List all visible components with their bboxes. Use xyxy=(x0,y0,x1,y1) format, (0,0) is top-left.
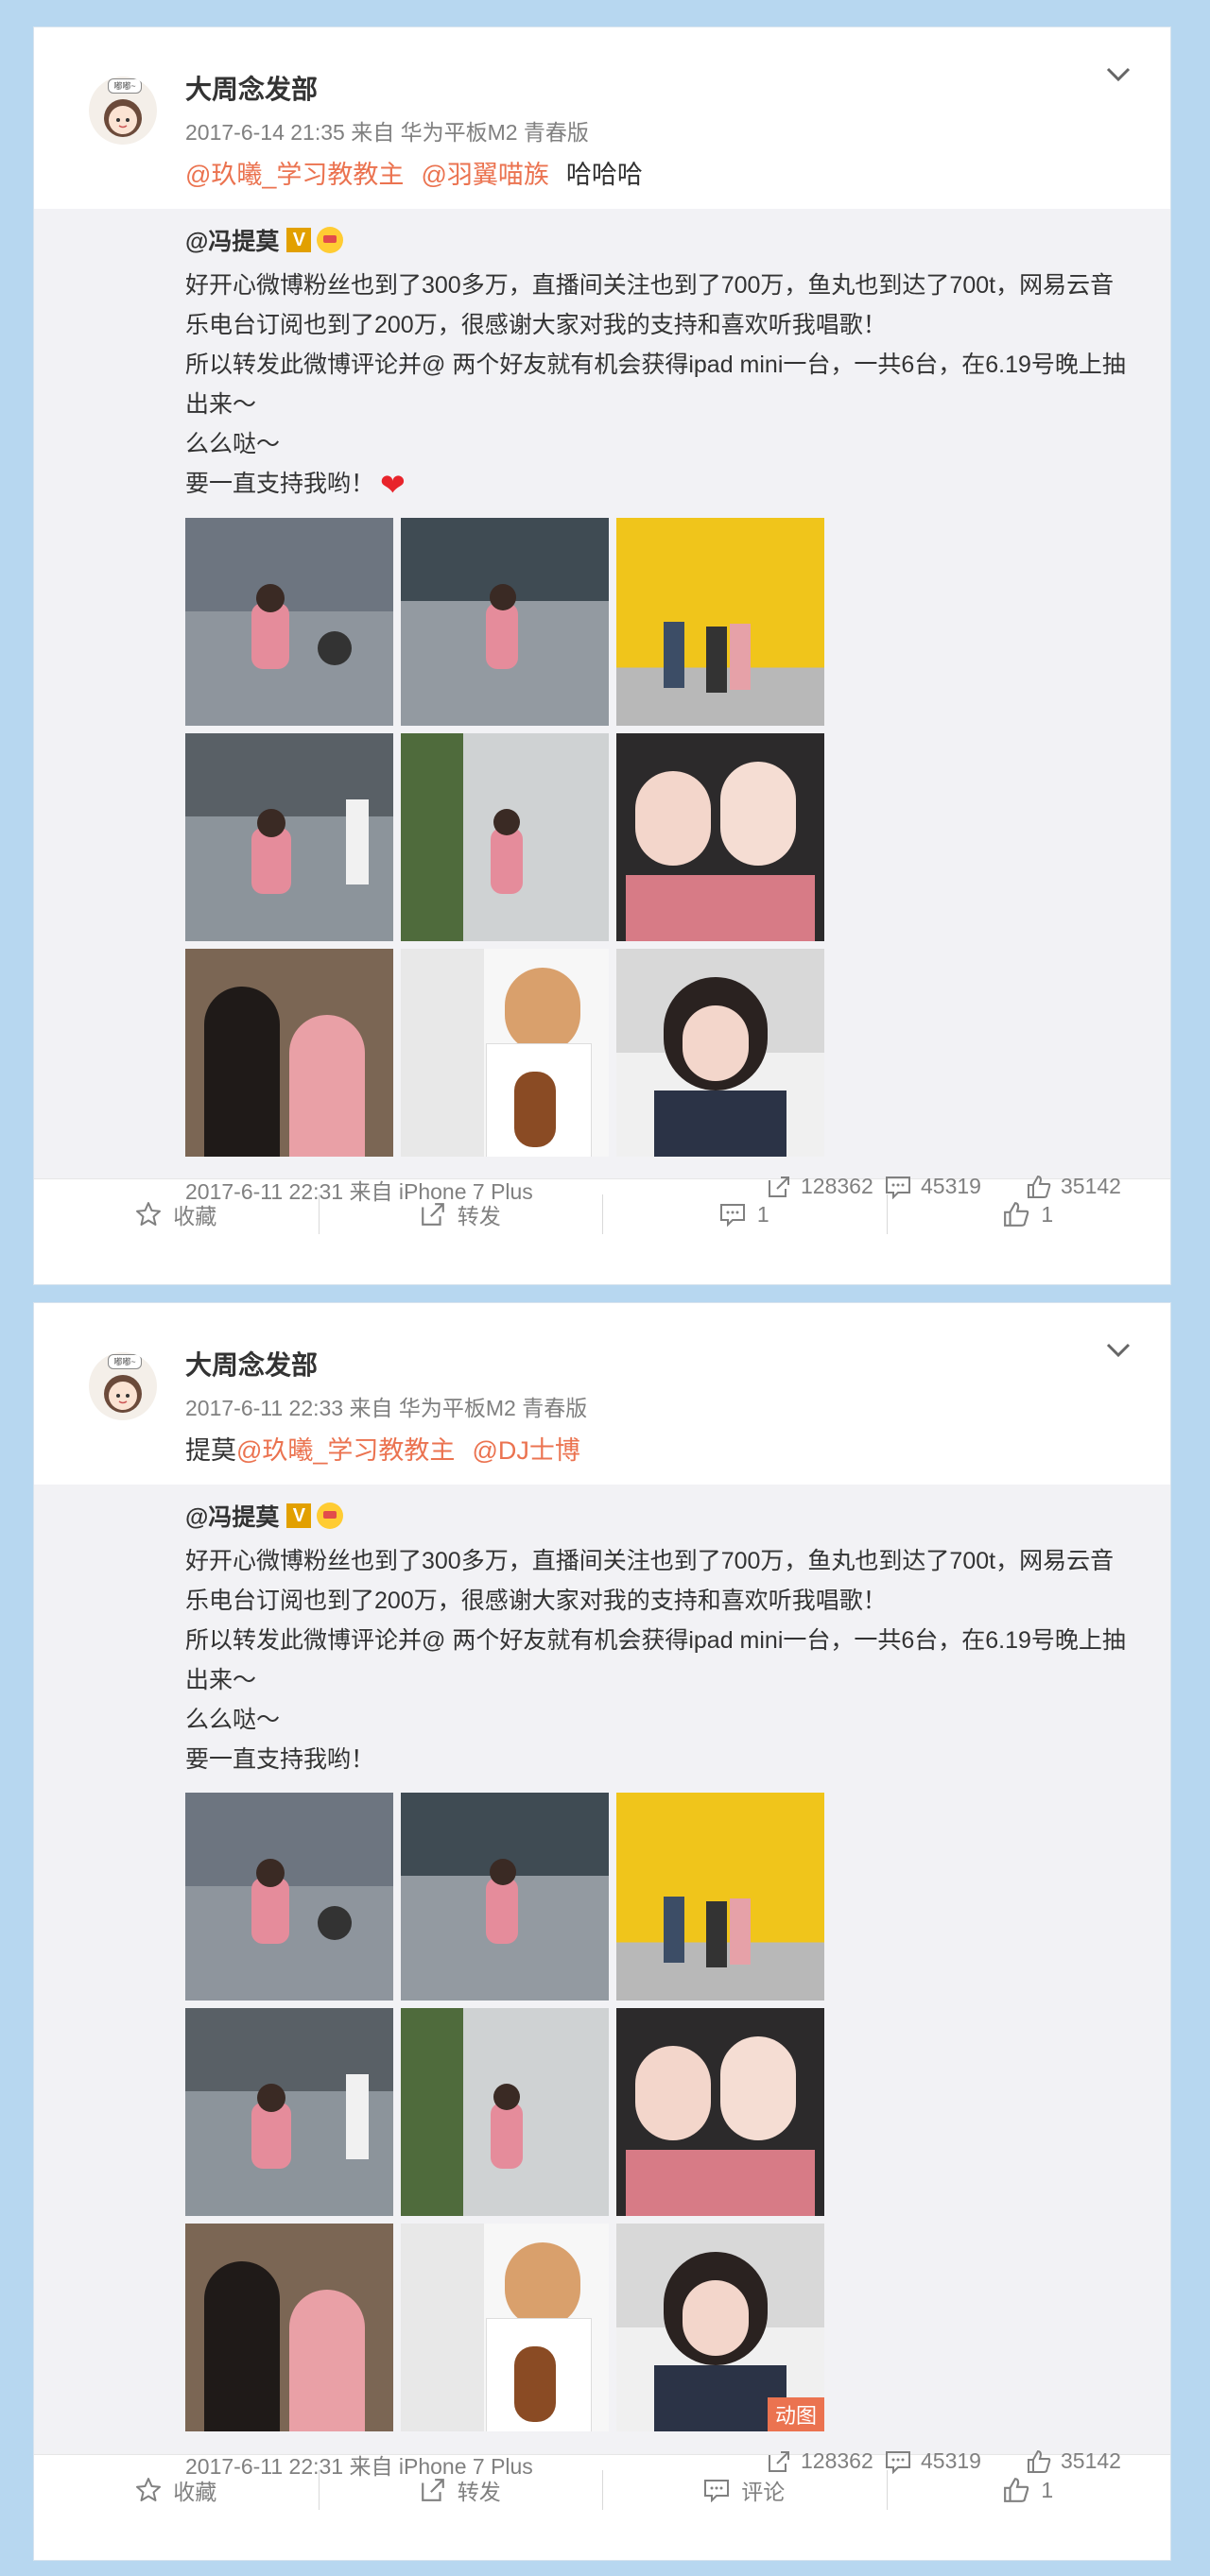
crown-icon xyxy=(317,1503,344,1529)
post-text: 提莫@玖曦_学习教教主 @DJ士博 xyxy=(185,1430,597,1467)
repost-line: 所以转发此微博评论并@ 两个好友就有机会获得ipad mini一台，一共6台，在… xyxy=(185,352,1126,418)
mention-link[interactable]: @玖曦_学习教教主 xyxy=(185,161,404,189)
photo-thumb[interactable] xyxy=(401,1793,609,2001)
post-header: 嘟嘟~ 大周念发部 2017-6-14 21:35 来自 华为平板M2 青春版 … xyxy=(34,27,1170,209)
photo-thumb[interactable] xyxy=(401,2224,609,2431)
avatar[interactable]: 嘟嘟~ xyxy=(89,77,157,145)
photo-thumb[interactable] xyxy=(616,949,824,1158)
like-button[interactable]: 1 xyxy=(886,1179,1171,1249)
chevron-down-icon[interactable] xyxy=(1104,1341,1132,1360)
photo-grid xyxy=(185,518,1170,1158)
avatar[interactable]: 嘟嘟~ xyxy=(89,1352,157,1420)
photo-thumb[interactable] xyxy=(185,2008,393,2216)
photo-thumb[interactable] xyxy=(616,1793,824,2001)
share-out-icon xyxy=(421,1203,444,1226)
star-icon xyxy=(136,2478,162,2501)
repost-block[interactable]: @冯提莫 V 好开心微博粉丝也到了300多万，直播间关注也到了700万，鱼丸也到… xyxy=(34,1485,1170,2479)
mention-link[interactable]: @玖曦_学习教教主 xyxy=(236,1436,455,1465)
photo-grid: 动图 xyxy=(185,1793,1170,2431)
like-label: 1 xyxy=(1041,2477,1054,2502)
photo-thumb[interactable] xyxy=(401,949,609,1158)
repost-line: 要一直支持我哟！ xyxy=(185,1746,375,1773)
repost-username[interactable]: @冯提莫 xyxy=(185,1499,279,1533)
repost-line-text: 要一直支持我哟！ xyxy=(185,471,375,497)
repost-block[interactable]: @冯提莫 V 好开心微博粉丝也到了300多万，直播间关注也到了700万，鱼丸也到… xyxy=(34,209,1170,1204)
post-meta: 2017-6-11 22:33 来自 华为平板M2 青春版 xyxy=(185,1396,588,1420)
repost-user-row: @冯提莫 V xyxy=(185,1500,1170,1532)
verified-icon: V xyxy=(286,1503,312,1528)
heart-icon: ❤ xyxy=(380,468,406,503)
repost-label: 转发 xyxy=(457,2480,501,2504)
photo-thumb[interactable]: 动图 xyxy=(616,2224,824,2431)
chevron-down-icon[interactable] xyxy=(1104,65,1132,84)
share-out-icon xyxy=(421,2479,444,2501)
repost-label: 转发 xyxy=(457,1204,501,1228)
repost-text: 好开心微博粉丝也到了300多万，直播间关注也到了700万，鱼丸也到达了700t，… xyxy=(185,266,1131,505)
post-meta: 2017-6-14 21:35 来自 华为平板M2 青春版 xyxy=(185,120,589,145)
photo-thumb[interactable] xyxy=(185,1793,393,2001)
photo-thumb[interactable] xyxy=(185,518,393,727)
photo-thumb[interactable] xyxy=(401,518,609,727)
like-button[interactable]: 1 xyxy=(886,2455,1171,2525)
repost-user-row: @冯提莫 V xyxy=(185,224,1170,256)
gif-badge: 动图 xyxy=(767,2397,824,2431)
photo-thumb[interactable] xyxy=(185,2224,393,2431)
photo-thumb[interactable] xyxy=(616,733,824,942)
star-icon xyxy=(136,1202,162,1226)
favorite-label: 收藏 xyxy=(173,2480,217,2504)
repost-line: 好开心微博粉丝也到了300多万，直播间关注也到了700万，鱼丸也到达了700t，… xyxy=(185,272,1115,338)
repost-line: 么么哒～ xyxy=(185,431,281,457)
repost-username[interactable]: @冯提莫 xyxy=(185,223,279,257)
thumb-up-icon xyxy=(1004,1202,1029,1227)
photo-thumb[interactable] xyxy=(616,518,824,727)
photo-thumb[interactable] xyxy=(401,733,609,942)
comment-button[interactable]: 评论 xyxy=(602,2455,887,2525)
avatar-badge-text: 嘟嘟~ xyxy=(108,78,142,94)
post-card: 嘟嘟~ 大周念发部 2017-6-14 21:35 来自 华为平板M2 青春版 … xyxy=(33,26,1171,1285)
username[interactable]: 大周念发部 xyxy=(185,1345,318,1382)
repost-text: 好开心微博粉丝也到了300多万，直播间关注也到了700万，鱼丸也到达了700t，… xyxy=(185,1541,1131,1779)
photo-thumb[interactable] xyxy=(185,949,393,1158)
repost-line: 好开心微博粉丝也到了300多万，直播间关注也到了700万，鱼丸也到达了700t，… xyxy=(185,1548,1115,1614)
comment-label: 1 xyxy=(756,1201,769,1227)
post-header: 嘟嘟~ 大周念发部 2017-6-11 22:33 来自 华为平板M2 青春版 … xyxy=(34,1303,1170,1485)
action-bar: 收藏 转发 1 1 xyxy=(34,1178,1170,1249)
photo-thumb[interactable] xyxy=(616,2008,824,2216)
repost-button[interactable]: 转发 xyxy=(318,1179,603,1249)
verified-icon: V xyxy=(286,228,312,252)
repost-line: 么么哒～ xyxy=(185,1707,281,1733)
photo-thumb[interactable] xyxy=(401,2008,609,2216)
text-suffix: 哈哈哈 xyxy=(565,161,643,189)
repost-line: 要一直支持我哟！ ❤ xyxy=(185,464,1131,505)
favorite-button[interactable]: 收藏 xyxy=(34,2455,319,2525)
comment-label: 评论 xyxy=(741,2480,786,2504)
crown-icon xyxy=(317,227,344,253)
mention-link[interactable]: @羽翼喵族 xyxy=(421,161,548,189)
text-prefix: 提莫 xyxy=(185,1436,236,1465)
comment-icon xyxy=(719,1204,745,1227)
action-bar: 收藏 转发 评论 1 xyxy=(34,2454,1170,2525)
favorite-label: 收藏 xyxy=(173,1204,217,1228)
like-label: 1 xyxy=(1041,1201,1054,1227)
thumb-up-icon xyxy=(1004,2478,1029,2502)
photo-thumb[interactable] xyxy=(185,733,393,942)
post-text: @玖曦_学习教教主 @羽翼喵族 哈哈哈 xyxy=(185,154,643,191)
username[interactable]: 大周念发部 xyxy=(185,69,318,107)
favorite-button[interactable]: 收藏 xyxy=(34,1179,319,1249)
avatar-badge-text: 嘟嘟~ xyxy=(108,1354,142,1369)
mention-link[interactable]: @DJ士博 xyxy=(472,1436,579,1465)
repost-line: 所以转发此微博评论并@ 两个好友就有机会获得ipad mini一台，一共6台，在… xyxy=(185,1627,1126,1693)
repost-button[interactable]: 转发 xyxy=(318,2455,603,2525)
post-card: 嘟嘟~ 大周念发部 2017-6-11 22:33 来自 华为平板M2 青春版 … xyxy=(33,1302,1171,2561)
comment-icon xyxy=(704,2480,730,2502)
comment-button[interactable]: 1 xyxy=(602,1179,887,1249)
